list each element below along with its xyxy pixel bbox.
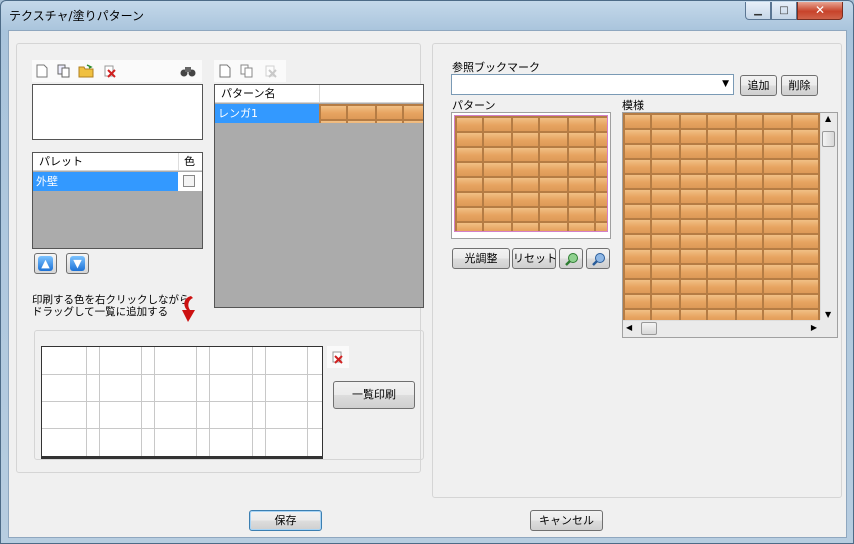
arrow-down-icon: ▼ — [70, 256, 85, 271]
pattern-table[interactable]: パターン名 レンガ1 — [214, 84, 424, 308]
palette-header-name: パレット — [39, 155, 83, 168]
scroll-right-icon[interactable]: ▶ — [811, 323, 817, 332]
header-divider — [319, 85, 320, 102]
move-up-button[interactable]: ▲ — [34, 253, 57, 274]
bookmark-label: 参照ブックマーク — [452, 61, 540, 74]
palette-color-cell[interactable] — [178, 172, 202, 191]
zoom-in-button[interactable] — [559, 248, 583, 269]
title-bar: テクスチャ/塗りパターン ▁ □ ✕ — [1, 1, 853, 29]
zoom-in-icon — [564, 251, 580, 273]
texture-view[interactable]: ▲ ▼ ◀ ▶ — [622, 112, 838, 338]
pattern-table-header: パターン名 — [215, 85, 423, 103]
palette-table[interactable]: パレット 色 外壁 — [32, 152, 203, 249]
horizontal-scroll-thumb[interactable] — [641, 322, 657, 335]
window-title: テクスチャ/塗りパターン — [9, 9, 144, 23]
close-button[interactable]: ✕ — [797, 2, 843, 20]
add-bookmark-button[interactable]: 追加 — [740, 75, 777, 96]
palette-header-color: 色 — [178, 153, 195, 170]
print-delete-icon[interactable] — [327, 346, 349, 368]
copy-pattern-icon[interactable] — [239, 63, 255, 79]
chevron-down-icon[interactable]: ▼ — [722, 79, 729, 89]
scroll-up-icon[interactable]: ▲ — [825, 114, 831, 123]
bookmark-combobox[interactable]: ▼ — [451, 74, 734, 95]
palette-row-label: 外壁 — [36, 175, 58, 188]
color-swatch[interactable] — [183, 175, 195, 187]
arrow-up-icon: ▲ — [38, 256, 53, 271]
palette-table-header: パレット 色 — [33, 153, 202, 171]
pattern-row-thumbnail — [319, 104, 423, 123]
zoom-out-icon — [591, 251, 607, 273]
zoom-out-button[interactable] — [586, 248, 610, 269]
delete-x-icon[interactable] — [102, 63, 118, 79]
reset-button[interactable]: リセット — [512, 248, 557, 269]
brightness-button[interactable]: 光調整 — [452, 248, 510, 269]
open-folder-icon[interactable] — [78, 63, 94, 79]
instruction-line-2: ドラッグして一覧に追加する — [32, 306, 169, 318]
vertical-scrollbar[interactable]: ▲ ▼ — [820, 113, 837, 320]
scroll-down-icon[interactable]: ▼ — [825, 310, 831, 319]
print-list-grid[interactable] — [41, 346, 323, 459]
pattern-row-label: レンガ1 — [218, 107, 258, 120]
texture-image — [623, 113, 820, 320]
pattern-preview-image — [454, 115, 608, 232]
red-down-arrow-icon — [177, 294, 199, 327]
palette-toolbar — [32, 60, 202, 82]
pattern-header-name: パターン名 — [221, 87, 276, 100]
right-panel: 参照ブックマーク ▼ 追加 削除 パターン 模様 光調整 リセット ▲ ▼ ◀ … — [432, 43, 842, 498]
copy-icon[interactable] — [56, 63, 72, 79]
vertical-scroll-thumb[interactable] — [822, 131, 835, 147]
palette-list-box[interactable] — [32, 84, 203, 140]
minimize-button[interactable]: ▁ — [745, 2, 771, 20]
delete-pattern-icon[interactable] — [263, 63, 279, 79]
print-list-button[interactable]: 一覧印刷 — [333, 381, 415, 409]
texture-preview-label: 模様 — [622, 99, 644, 112]
grid-line — [42, 401, 322, 402]
left-panel: パレット 色 外壁 ▲ ▼ 印刷する色を右クリックしながら ドラッグして一覧に追… — [16, 43, 424, 473]
maximize-button[interactable]: □ — [771, 2, 797, 20]
new-pattern-icon[interactable] — [217, 63, 233, 79]
binoculars-icon[interactable] — [180, 63, 196, 79]
cancel-button[interactable]: キャンセル — [530, 510, 603, 531]
move-down-button[interactable]: ▼ — [66, 253, 89, 274]
grid-line — [42, 428, 322, 429]
dialog-client: パレット 色 外壁 ▲ ▼ 印刷する色を右クリックしながら ドラッグして一覧に追… — [8, 30, 847, 538]
pattern-row-selected[interactable]: レンガ1 — [215, 104, 319, 123]
scroll-corner — [820, 320, 837, 337]
new-file-icon[interactable] — [34, 63, 50, 79]
pattern-toolbar — [214, 60, 286, 82]
grid-line — [42, 374, 322, 375]
palette-row-selected[interactable]: 外壁 — [33, 172, 178, 191]
horizontal-scrollbar[interactable]: ◀ ▶ — [623, 320, 820, 337]
dialog-window: テクスチャ/塗りパターン ▁ □ ✕ パレット 色 外壁 ▲ ▼ 印刷する色を右… — [0, 0, 854, 544]
save-button[interactable]: 保存 — [249, 510, 322, 531]
delete-bookmark-button[interactable]: 削除 — [781, 75, 818, 96]
pattern-preview-label: パターン — [452, 99, 496, 112]
scroll-left-icon[interactable]: ◀ — [626, 323, 632, 332]
pattern-preview-box — [451, 112, 611, 239]
